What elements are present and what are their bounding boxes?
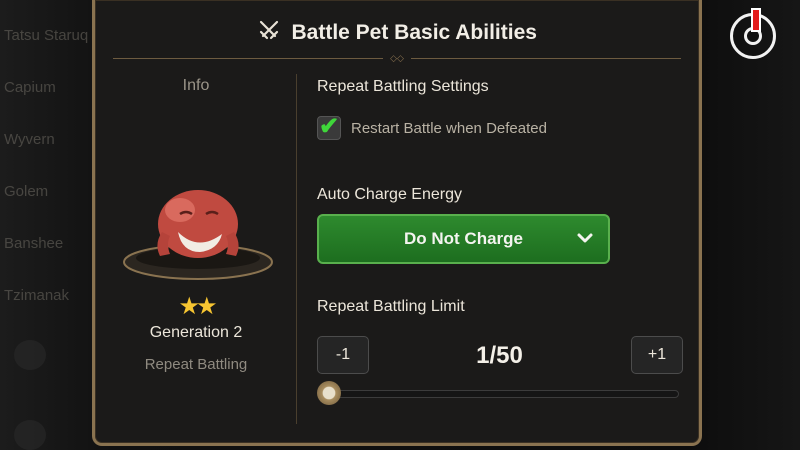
power-indicator <box>751 8 761 32</box>
background-item: Banshee <box>4 235 64 252</box>
checkmark-icon: ✔ <box>319 113 340 140</box>
background-item: Tatsu Staruq <box>4 27 89 44</box>
generation-stars: ★★ <box>178 293 217 320</box>
settings-column: Repeat Battling Settings ✔ Restart Battl… <box>317 62 692 432</box>
auto-charge-value: Do Not Charge <box>404 229 523 248</box>
restart-checkbox-label: Restart Battle when Defeated <box>351 119 547 137</box>
repeat-limit-label: Repeat Battling Limit <box>317 298 465 315</box>
restart-option: ✔ Restart Battle when Defeated <box>317 113 547 142</box>
auto-charge-dropdown[interactable]: Do Not Charge <box>317 214 610 264</box>
mode-label: Repeat Battling <box>144 356 248 373</box>
repeat-limit-value: 1/50 <box>476 342 523 369</box>
dialog-title: Battle Pet Basic Abilities <box>291 20 537 44</box>
pet-portrait <box>118 174 278 284</box>
slider-thumb[interactable] <box>317 381 341 405</box>
background-item: Capium <box>4 79 56 96</box>
background-item: Golem <box>4 183 49 200</box>
generation-label: Generation 2 <box>149 324 243 341</box>
header-divider: ◇◇ <box>113 53 681 63</box>
decrement-button[interactable]: -1 <box>317 336 369 374</box>
power-button[interactable] <box>730 8 776 59</box>
repeat-limit-slider[interactable] <box>327 390 679 398</box>
auto-charge-label: Auto Charge Energy <box>317 186 462 203</box>
background-settings-icon <box>14 420 46 450</box>
background-item: Wyvern <box>4 131 55 148</box>
background-pet-icon <box>14 340 46 370</box>
increment-button[interactable]: +1 <box>631 336 683 374</box>
repeat-settings-label: Repeat Battling Settings <box>317 78 489 95</box>
pet-info-column: Info ★★ Generation 2 Repeat Battling <box>98 62 294 432</box>
column-divider <box>296 74 297 424</box>
crossed-swords-icon <box>257 18 281 47</box>
chevron-down-icon <box>576 229 594 252</box>
dialog-header: Battle Pet Basic Abilities ◇◇ <box>95 0 699 63</box>
restart-checkbox[interactable]: ✔ <box>317 113 341 140</box>
background-side-list: Tatsu Staruq Capium Wyvern Golem Banshee… <box>0 18 90 330</box>
background-item: Tzimanak <box>4 287 70 304</box>
battle-pet-dialog: Battle Pet Basic Abilities ◇◇ Info ★★ Ge… <box>92 0 702 446</box>
info-label: Info <box>182 77 210 94</box>
